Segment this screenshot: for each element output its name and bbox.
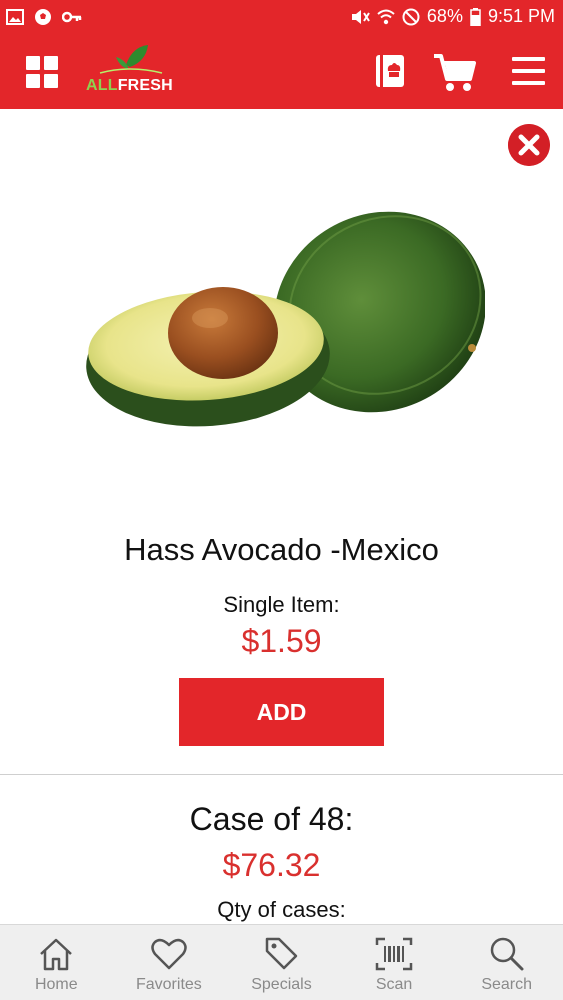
nav-label-specials: Specials xyxy=(251,976,312,993)
app-logo[interactable]: ALLFRESH xyxy=(86,43,176,99)
heart-icon xyxy=(151,938,187,970)
search-icon xyxy=(490,937,524,971)
logo-text-fresh: FRESH xyxy=(117,77,173,94)
case-label: Case of 48: xyxy=(189,801,354,837)
nav-item-scan[interactable]: Scan xyxy=(338,925,451,1000)
logo-text-all: ALL xyxy=(86,77,118,94)
close-icon[interactable] xyxy=(508,124,550,166)
nav-label-favorites: Favorites xyxy=(135,976,202,993)
key-icon xyxy=(62,11,82,23)
leaf-logo-icon xyxy=(99,45,163,74)
status-right-icons: 68% 9:51 PM xyxy=(350,6,555,27)
nav-item-home[interactable]: Home xyxy=(0,925,113,1000)
nav-item-specials[interactable]: Specials xyxy=(225,925,338,1000)
product-image xyxy=(86,211,485,427)
nav-item-search[interactable]: Search xyxy=(450,925,563,1000)
battery-icon xyxy=(470,7,481,26)
app-header: ALLFRESH xyxy=(0,35,563,109)
tag-icon xyxy=(266,937,298,970)
nav-label-home: Home xyxy=(34,976,78,993)
do-not-disturb-icon xyxy=(402,8,420,25)
gallery-icon xyxy=(6,9,24,25)
recipe-book-icon[interactable] xyxy=(374,53,406,89)
case-price: $76.32 xyxy=(222,847,321,883)
divider xyxy=(0,774,563,775)
nav-item-favorites[interactable]: Favorites xyxy=(113,925,226,1000)
single-item-label: Single Item: xyxy=(223,592,340,617)
grid-menu-icon[interactable] xyxy=(26,56,58,88)
hamburger-menu-icon[interactable] xyxy=(512,57,545,85)
qty-of-cases-label: Qty of cases: xyxy=(217,897,346,922)
status-bar: 68% 9:51 PM xyxy=(0,0,563,35)
soccer-ball-icon xyxy=(35,9,51,25)
cart-icon[interactable] xyxy=(432,53,476,93)
logo-text: ALLFRESH xyxy=(86,77,173,95)
bottom-nav: Home Favorites Specials Scan Search xyxy=(0,924,563,1000)
battery-percent: 68% xyxy=(426,6,463,26)
status-left-icons xyxy=(6,8,82,26)
add-button[interactable]: ADD xyxy=(179,678,384,746)
nav-label-search: Search xyxy=(481,976,533,993)
status-time: 9:51 PM xyxy=(487,6,555,26)
home-icon xyxy=(40,938,73,971)
mute-icon xyxy=(351,9,370,24)
barcode-scan-icon xyxy=(375,937,413,971)
nav-label-scan: Scan xyxy=(375,976,413,993)
wifi-icon xyxy=(377,9,395,24)
product-name: Hass Avocado -Mexico xyxy=(124,532,439,567)
single-item-price: $1.59 xyxy=(241,623,322,659)
